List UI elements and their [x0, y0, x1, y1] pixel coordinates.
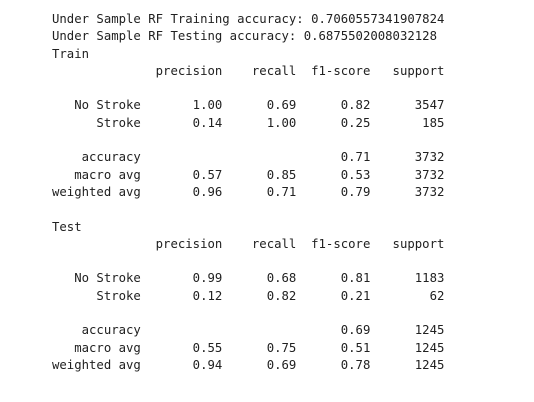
train-heading: Train [52, 46, 90, 61]
test-row-accuracy: accuracy 0.69 1245 [52, 323, 445, 338]
train-row-no-stroke: No Stroke 1.00 0.69 0.82 3547 [52, 98, 445, 113]
test-accuracy-line: Under Sample RF Testing accuracy: 0.6875… [52, 29, 437, 44]
train-row-accuracy: accuracy 0.71 3732 [52, 150, 445, 165]
train-row-macro-avg: macro avg 0.57 0.85 0.53 3732 [52, 167, 445, 182]
train-report-header: precision recall f1-score support [52, 63, 445, 78]
train-accuracy-line: Under Sample RF Training accuracy: 0.706… [52, 12, 445, 26]
test-row-stroke: Stroke 0.12 0.82 0.21 62 [52, 288, 445, 303]
test-heading: Test [52, 219, 82, 234]
test-row-no-stroke: No Stroke 0.99 0.68 0.81 1183 [52, 271, 445, 286]
train-row-stroke: Stroke 0.14 1.00 0.25 185 [52, 115, 445, 130]
train-row-weighted-avg: weighted avg 0.96 0.71 0.79 3732 [52, 184, 445, 199]
test-row-macro-avg: macro avg 0.55 0.75 0.51 1245 [52, 340, 445, 355]
console-output: Under Sample RF Training accuracy: 0.706… [52, 11, 444, 374]
test-row-weighted-avg: weighted avg 0.94 0.69 0.78 1245 [52, 357, 445, 372]
test-report-header: precision recall f1-score support [52, 236, 445, 251]
